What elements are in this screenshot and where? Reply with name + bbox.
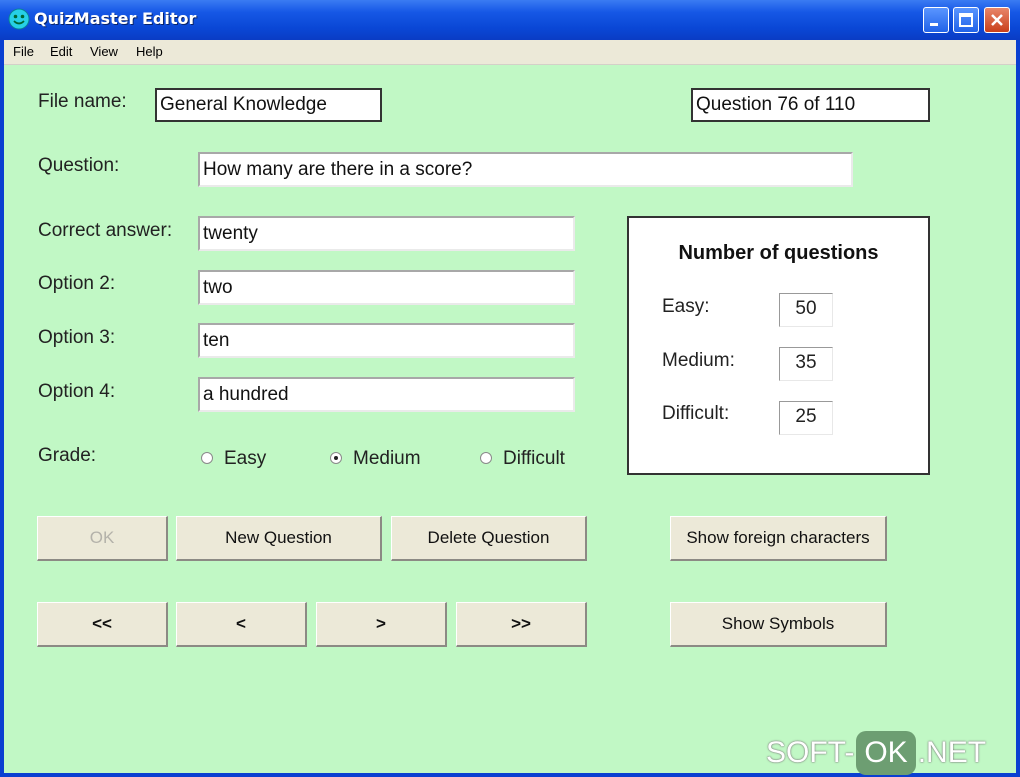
option-2-field[interactable]	[198, 270, 575, 305]
grade-difficult-label[interactable]: Difficult	[503, 448, 565, 470]
new-question-button[interactable]: New Question	[176, 516, 382, 561]
grade-easy-label[interactable]: Easy	[224, 448, 266, 470]
option-4-field[interactable]	[198, 377, 575, 412]
option-3-label: Option 3:	[38, 327, 116, 348]
correct-answer-label: Correct answer:	[38, 220, 173, 241]
easy-count-label: Easy:	[662, 296, 710, 317]
file-name-label: File name:	[38, 91, 127, 112]
title-bar[interactable]: QuizMaster Editor	[0, 0, 1020, 40]
grade-label: Grade:	[38, 445, 97, 466]
delete-question-button[interactable]: Delete Question	[391, 516, 587, 561]
watermark: SOFT- OK .NET	[766, 731, 986, 775]
grade-difficult-radio[interactable]	[480, 452, 492, 464]
close-icon	[991, 14, 1003, 26]
difficult-count-label: Difficult:	[662, 403, 730, 424]
close-button[interactable]	[984, 7, 1010, 33]
menu-edit[interactable]: Edit	[50, 44, 72, 59]
menu-help[interactable]: Help	[136, 44, 163, 59]
minimize-button[interactable]	[923, 7, 949, 33]
grade-medium-radio[interactable]	[330, 452, 342, 464]
smiley-icon	[8, 8, 30, 30]
medium-count-label: Medium:	[662, 350, 735, 371]
window-title: QuizMaster Editor	[34, 9, 197, 28]
show-symbols-button[interactable]: Show Symbols	[670, 602, 887, 647]
menu-file[interactable]: File	[13, 44, 34, 59]
question-counter	[691, 88, 930, 122]
maximize-button[interactable]	[953, 7, 979, 33]
easy-count-value: 50	[779, 293, 833, 327]
question-count-panel: Number of questions Easy: 50 Medium: 35 …	[627, 216, 930, 475]
ok-button[interactable]: OK	[37, 516, 168, 561]
last-question-button[interactable]: >>	[456, 602, 587, 647]
question-field[interactable]	[198, 152, 853, 187]
previous-question-button[interactable]: <	[176, 602, 307, 647]
option-3-field[interactable]	[198, 323, 575, 358]
watermark-left: SOFT-	[766, 736, 855, 769]
next-question-button[interactable]: >	[316, 602, 447, 647]
app-window: QuizMaster Editor File Edit View Help Fi…	[0, 0, 1020, 777]
menu-bar: File Edit View Help	[4, 40, 1016, 65]
medium-count-value: 35	[779, 347, 833, 381]
first-question-button[interactable]: <<	[37, 602, 168, 647]
editor-form: File name: Question: Correct answer: Opt…	[4, 65, 1016, 773]
panel-title: Number of questions	[678, 242, 879, 264]
correct-answer-field[interactable]	[198, 216, 575, 251]
watermark-right: .NET	[917, 736, 987, 769]
option-4-label: Option 4:	[38, 381, 116, 402]
maximize-icon	[959, 13, 973, 27]
file-name-field[interactable]	[155, 88, 382, 122]
watermark-ok: OK	[856, 731, 916, 775]
show-foreign-characters-button[interactable]: Show foreign characters	[670, 516, 887, 561]
question-label: Question:	[38, 155, 120, 176]
menu-view[interactable]: View	[90, 44, 118, 59]
difficult-count-value: 25	[779, 401, 833, 435]
grade-easy-radio[interactable]	[201, 452, 213, 464]
grade-medium-label[interactable]: Medium	[353, 448, 421, 470]
minimize-icon	[930, 23, 938, 26]
option-2-label: Option 2:	[38, 273, 116, 294]
